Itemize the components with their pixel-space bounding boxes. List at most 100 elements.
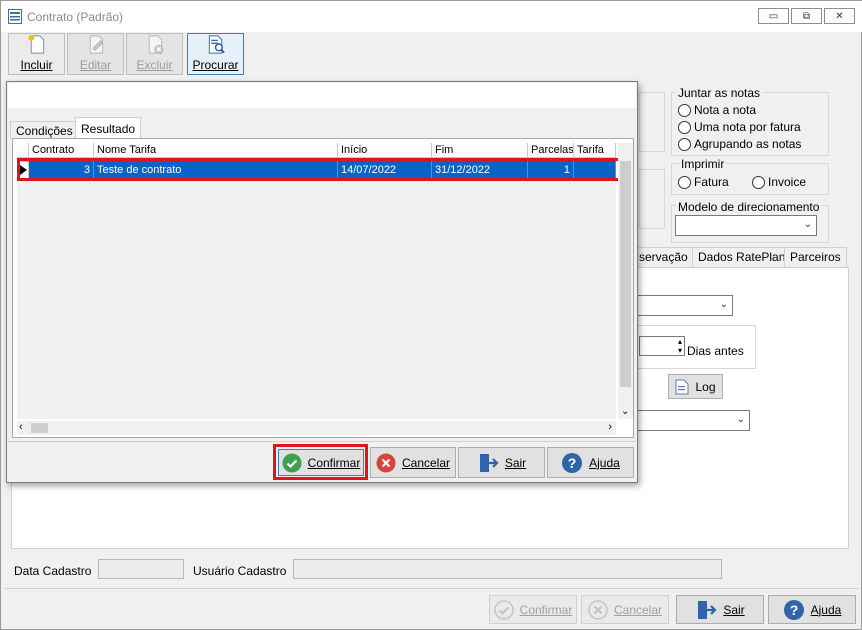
column-header-label: Nome Tarifa [97, 144, 157, 156]
svg-text:?: ? [789, 602, 798, 618]
tab-observacao[interactable]: servação [633, 247, 694, 267]
radio-label: Nota a nota [694, 103, 757, 117]
bg-cancelar-label: Cancelar [613, 602, 663, 617]
radio-circle-icon [752, 175, 765, 189]
hidden-group-b [639, 169, 665, 229]
vertical-scrollbar[interactable]: ⌄ [618, 143, 633, 419]
minimize-button[interactable]: ▭ [758, 8, 789, 24]
main-window: Contrato (Padrão) ▭ ⧉ ✕ Incluir Editar E… [0, 0, 862, 630]
dialog-button-divider [8, 441, 636, 442]
cancel-circle-icon [376, 453, 396, 472]
column-header-fim[interactable]: Fim [432, 143, 528, 158]
chevron-down-icon: ⌄ [803, 219, 812, 230]
column-header-label: Início [341, 144, 368, 156]
new-document-icon [27, 34, 44, 54]
selected-row-highlight [17, 158, 622, 181]
modelo-direcionamento-select[interactable]: ⌄ [675, 215, 817, 236]
log-label: Log [695, 379, 716, 394]
bg-ajuda-button[interactable]: ? Ajuda [768, 595, 856, 624]
title-bar: Contrato (Padrão) ▭ ⧉ ✕ [1, 1, 862, 32]
svg-text:?: ? [568, 455, 577, 471]
bg-confirmar-button[interactable]: Confirmar [489, 595, 577, 624]
check-circle-icon [282, 453, 302, 472]
column-header-parcelas[interactable]: Parcelas [528, 143, 574, 158]
radio-nota-a-nota[interactable]: Nota a nota [678, 103, 756, 117]
results-grid: Contrato Nome Tarifa Início Fim Parcelas… [12, 138, 634, 438]
horizontal-scrollbar[interactable]: ‹ › [17, 421, 616, 435]
radio-circle-icon [678, 120, 691, 134]
bg-confirmar-label: Confirmar [519, 602, 573, 617]
bg-ajuda-label: Ajuda [810, 602, 842, 617]
help-icon: ? [783, 599, 804, 620]
confirmar-label: Confirmar [307, 455, 361, 470]
column-header-label: Fim [435, 144, 454, 156]
vertical-scroll-thumb[interactable] [620, 161, 631, 387]
radio-circle-icon [678, 103, 691, 117]
tab-label: Parceiros [790, 250, 841, 264]
editar-button[interactable]: Editar [67, 33, 124, 75]
tab-condicoes[interactable]: Condições [10, 121, 79, 139]
app-icon [8, 9, 22, 24]
radio-label: Invoice [768, 175, 807, 189]
minimize-icon: ▭ [768, 10, 779, 22]
data-cadastro-field [98, 559, 184, 579]
excluir-button[interactable]: Excluir [126, 33, 183, 75]
radio-invoice[interactable]: Invoice [752, 175, 806, 189]
maximize-button[interactable]: ⧉ [791, 8, 822, 24]
scroll-right-icon[interactable]: › [608, 421, 612, 433]
cancel-circle-icon [588, 599, 608, 620]
help-icon: ? [562, 452, 583, 473]
column-header-tarifa[interactable]: Tarifa [574, 143, 616, 158]
dias-antes-stepper[interactable]: ▴ ▾ [639, 336, 685, 356]
column-header-inicio[interactable]: Início [338, 143, 432, 158]
tab-dados-rateplan[interactable]: Dados RatePlan [692, 247, 792, 267]
delete-document-icon [148, 35, 163, 54]
radio-label: Agrupando as notas [694, 137, 802, 151]
bg-sair-label: Sair [723, 602, 745, 617]
maximize-icon: ⧉ [802, 10, 811, 22]
scroll-left-icon[interactable]: ‹ [19, 421, 23, 433]
bg-sair-button[interactable]: Sair [676, 595, 764, 624]
log-button[interactable]: Log [668, 374, 723, 399]
background-select-2[interactable]: ⌄ [637, 410, 750, 431]
horizontal-scroll-thumb[interactable] [31, 423, 48, 433]
column-header-label: Tarifa [577, 144, 604, 156]
cancelar-label: Cancelar [401, 455, 451, 470]
stepper-arrows-icon: ▴ ▾ [677, 337, 682, 355]
juntar-as-notas-title: Juntar as notas [676, 86, 763, 100]
tab-label: servação [639, 250, 688, 264]
footer-divider [5, 588, 859, 589]
procurar-label: Procurar [192, 58, 239, 72]
background-select-1[interactable]: ⌄ [637, 295, 733, 316]
incluir-button[interactable]: Incluir [8, 33, 65, 75]
tab-parceiros[interactable]: Parceiros [784, 247, 847, 267]
cancelar-button[interactable]: Cancelar [370, 447, 456, 478]
radio-fatura[interactable]: Fatura [678, 175, 729, 189]
sair-button[interactable]: Sair [458, 447, 545, 478]
grid-body [17, 143, 616, 419]
sair-label: Sair [504, 455, 527, 470]
search-document-icon [208, 35, 225, 54]
radio-agrupando-as-notas[interactable]: Agrupando as notas [678, 137, 801, 151]
tab-resultado[interactable]: Resultado [75, 117, 142, 139]
column-header-label: Contrato [32, 144, 75, 156]
close-button[interactable]: ✕ [824, 8, 855, 24]
radio-label: Uma nota por fatura [694, 120, 801, 134]
search-dialog: Condições Resultado Contrato Nome Tarifa… [6, 81, 638, 483]
excluir-label: Excluir [136, 58, 173, 72]
radio-label: Fatura [694, 175, 729, 189]
confirmar-button[interactable]: Confirmar [278, 449, 364, 476]
chevron-down-icon: ⌄ [736, 414, 745, 425]
procurar-button[interactable]: Procurar [187, 33, 244, 75]
bg-cancelar-button[interactable]: Cancelar [581, 595, 669, 624]
data-cadastro-label: Data Cadastro [14, 564, 92, 578]
ajuda-button[interactable]: ? Ajuda [547, 447, 634, 478]
chevron-down-icon: ⌄ [719, 299, 728, 310]
column-header-contrato[interactable]: Contrato [29, 143, 94, 158]
tab-label: Resultado [81, 122, 136, 136]
column-header-nome-tarifa[interactable]: Nome Tarifa [94, 143, 338, 158]
hidden-group-a [639, 92, 665, 152]
exit-door-icon [479, 453, 499, 472]
radio-uma-nota-por-fatura[interactable]: Uma nota por fatura [678, 120, 801, 134]
scroll-down-icon[interactable]: ⌄ [621, 406, 629, 417]
